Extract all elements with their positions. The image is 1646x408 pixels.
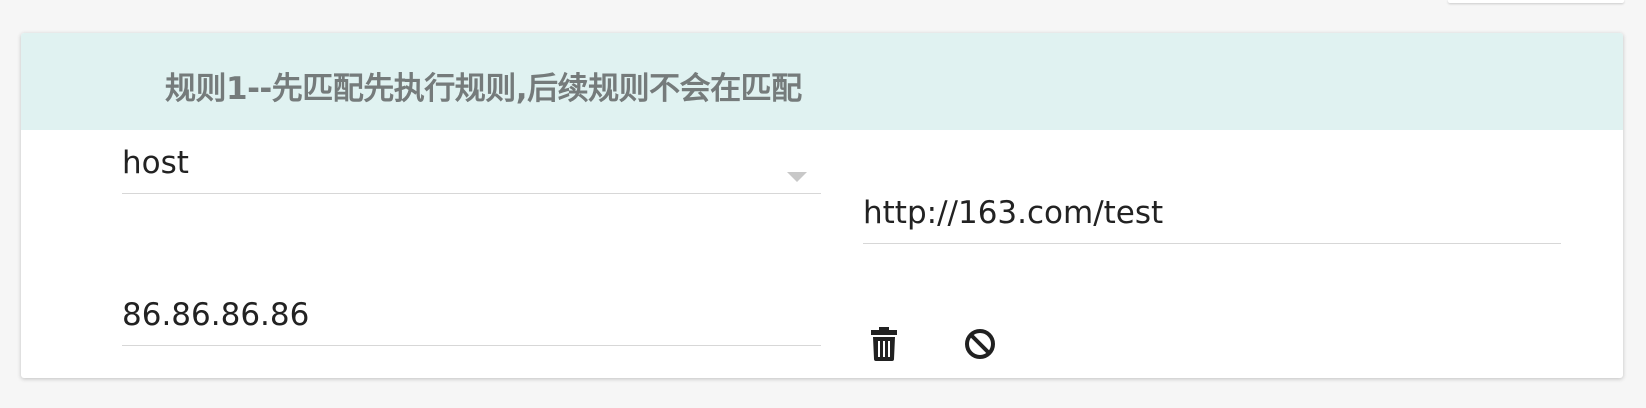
target-ip-input[interactable]: 86.86.86.86 <box>122 297 821 346</box>
match-type-value: host <box>122 145 189 181</box>
url-value: http://163.com/test <box>863 195 1164 231</box>
url-input[interactable]: http://163.com/test <box>863 195 1561 244</box>
disable-rule-button[interactable] <box>965 325 1005 365</box>
rule-card: 规则1--先匹配先执行规则,后续规则不会在匹配 host http://163.… <box>21 33 1623 378</box>
match-type-select[interactable]: host <box>122 145 821 194</box>
adjacent-card-edge <box>1448 0 1624 3</box>
block-icon <box>965 329 995 359</box>
trash-icon <box>871 327 897 361</box>
dropdown-caret-icon <box>787 172 807 182</box>
rule-card-header: 规则1--先匹配先执行规则,后续规则不会在匹配 <box>21 33 1623 130</box>
delete-rule-button[interactable] <box>866 325 906 365</box>
rule-title: 规则1--先匹配先执行规则,后续规则不会在匹配 <box>165 71 802 107</box>
target-ip-value: 86.86.86.86 <box>122 297 310 333</box>
